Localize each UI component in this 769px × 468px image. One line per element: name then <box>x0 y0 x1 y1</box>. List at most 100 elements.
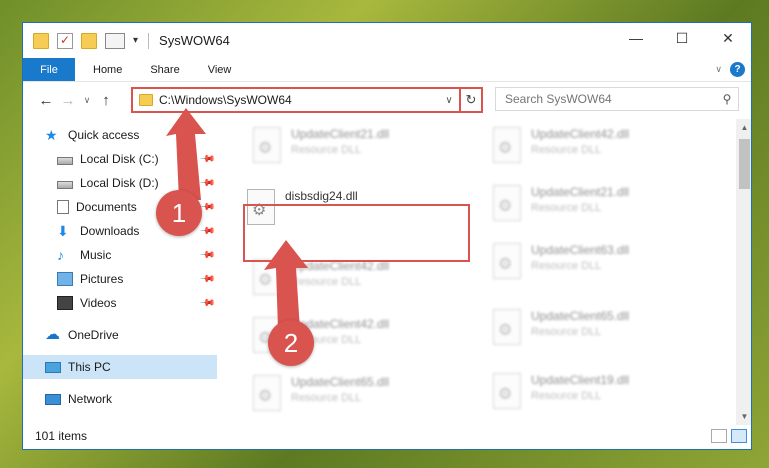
file-type: Resource DLL <box>531 260 602 272</box>
pin-icon: 📌 <box>198 246 216 264</box>
documents-icon <box>57 200 69 214</box>
forward-arrow-icon[interactable]: → <box>57 92 79 109</box>
sidebar-item-label: Downloads <box>80 224 140 238</box>
file-list: UpdateClient21.dll Resource DLL disbsdig… <box>219 119 735 425</box>
search-icon[interactable]: ⚲ <box>716 92 738 106</box>
address-bar[interactable]: C:\Windows\SysWOW64 ∨ ↻ <box>131 87 483 113</box>
drive-icon <box>57 180 73 189</box>
ribbon-right-controls: ∨ ? <box>715 62 745 77</box>
tab-file[interactable]: File <box>23 58 75 81</box>
sidebar-item-quick-access[interactable]: ★ Quick access <box>23 123 217 147</box>
file-name: UpdateClient21.dll <box>291 127 390 141</box>
file-name: UpdateClient63.dll <box>531 243 630 257</box>
onedrive-icon: ☁ <box>45 326 60 343</box>
tab-share[interactable]: Share <box>136 58 193 81</box>
sidebar-item-label: Local Disk (D:) <box>80 176 159 190</box>
ribbon-tabs: File Home Share View ∨ ? <box>23 58 751 82</box>
scroll-thumb[interactable] <box>739 139 750 189</box>
file-item[interactable]: UpdateClient42.dll Resource DLL <box>235 255 473 311</box>
sidebar-item-label: Documents <box>76 200 137 214</box>
file-type: Resource DLL <box>291 392 362 404</box>
details-view-icon[interactable] <box>711 429 727 443</box>
title-separator <box>148 32 150 49</box>
tiles-view-icon[interactable] <box>731 429 747 443</box>
sidebar-item-pictures[interactable]: Pictures 📌 <box>23 267 217 291</box>
search-box[interactable]: ⚲ <box>495 87 739 111</box>
file-name: UpdateClient21.dll <box>531 185 630 199</box>
file-item[interactable]: UpdateClient65.dll Resource DLL <box>475 305 713 361</box>
videos-icon <box>57 296 73 310</box>
file-item[interactable]: UpdateClient42.dll Resource DLL <box>475 123 713 179</box>
pin-icon: 📌 <box>198 222 216 240</box>
status-bar: 101 items <box>23 423 751 449</box>
window-controls: — ☐ ✕ <box>613 23 751 53</box>
sidebar-item-onedrive[interactable]: ☁ OneDrive <box>23 323 217 347</box>
file-type: Resource DLL <box>531 144 602 156</box>
recent-locations-dropdown-icon[interactable]: ∨ <box>79 95 95 106</box>
tab-home[interactable]: Home <box>75 58 136 81</box>
dll-file-icon <box>493 373 521 409</box>
properties-check-icon[interactable] <box>57 32 73 49</box>
address-dropdown-icon[interactable]: ∨ <box>439 95 459 106</box>
sidebar-item-label: This PC <box>68 360 111 374</box>
file-type: Resource DLL <box>291 144 362 156</box>
sidebar-item-music[interactable]: ♪ Music 📌 <box>23 243 217 267</box>
file-item[interactable]: UpdateClient21.dll Resource DLL <box>235 123 473 179</box>
sidebar-item-label: Pictures <box>80 272 124 286</box>
sidebar-item-label: OneDrive <box>68 328 119 342</box>
file-name: UpdateClient65.dll <box>291 375 390 389</box>
sidebar-item-label: Music <box>80 248 112 262</box>
network-icon <box>45 393 61 405</box>
file-item[interactable]: UpdateClient65.dll Resource DLL <box>235 371 473 427</box>
item-count: 101 items <box>35 429 88 443</box>
music-icon: ♪ <box>57 247 64 263</box>
address-folder-icon <box>139 94 153 106</box>
navigation-pane: ★ Quick access Local Disk (C:) 📌 Local D… <box>23 119 219 425</box>
dll-file-icon <box>493 309 521 345</box>
minimize-icon[interactable]: — <box>613 23 659 53</box>
view-toggle <box>711 429 747 443</box>
help-icon[interactable]: ? <box>730 62 745 77</box>
back-arrow-icon[interactable]: ← <box>35 92 57 109</box>
dll-file-icon <box>493 185 521 221</box>
file-item[interactable]: UpdateClient19.dll Resource DLL <box>475 369 713 425</box>
new-folder-icon[interactable] <box>81 32 97 49</box>
sidebar-item-videos[interactable]: Videos 📌 <box>23 291 217 315</box>
sidebar-item-label: Quick access <box>68 128 140 142</box>
pin-icon: 📌 <box>198 150 216 168</box>
tab-view[interactable]: View <box>194 58 246 81</box>
sidebar-item-local-disk-c[interactable]: Local Disk (C:) 📌 <box>23 147 217 171</box>
vertical-scrollbar[interactable]: ▲ ▼ <box>736 119 751 425</box>
title-bar: ▾ SysWOW64 — ☐ ✕ <box>23 23 751 58</box>
expand-ribbon-icon[interactable]: ∨ <box>715 64 722 75</box>
refresh-icon[interactable]: ↻ <box>459 89 481 111</box>
sidebar-item-this-pc[interactable]: This PC <box>23 355 217 379</box>
downloads-icon: ⬇ <box>57 223 69 239</box>
dll-file-icon <box>493 243 521 279</box>
customize-toolbar-icon[interactable] <box>105 32 125 49</box>
sidebar-item-label: Videos <box>80 296 117 310</box>
scroll-up-icon[interactable]: ▲ <box>736 119 751 136</box>
dll-file-icon <box>253 375 281 411</box>
maximize-icon[interactable]: ☐ <box>659 23 705 53</box>
search-input[interactable] <box>505 92 716 106</box>
file-item[interactable]: UpdateClient21.dll Resource DLL <box>475 181 713 237</box>
file-name: disbsdig24.dll <box>285 189 358 203</box>
quick-access-dropdown-icon[interactable]: ▾ <box>133 35 138 46</box>
file-type: Resource DLL <box>291 276 362 288</box>
file-explorer-window: ▾ SysWOW64 — ☐ ✕ File Home Share View ∨ … <box>22 22 752 450</box>
dll-file-icon <box>493 127 521 163</box>
step-2-badge: 2 <box>268 320 314 366</box>
content-area: ★ Quick access Local Disk (C:) 📌 Local D… <box>23 119 751 425</box>
sidebar-item-network[interactable]: Network <box>23 387 217 411</box>
file-item[interactable]: UpdateClient63.dll Resource DLL <box>475 239 713 295</box>
sidebar-item-label: Local Disk (C:) <box>80 152 159 166</box>
file-type: Resource DLL <box>531 390 602 402</box>
highlight-box <box>243 204 470 262</box>
close-icon[interactable]: ✕ <box>705 23 751 53</box>
file-type: Resource DLL <box>531 326 602 338</box>
up-arrow-icon[interactable]: ↑ <box>95 92 117 109</box>
window-title: SysWOW64 <box>159 33 230 48</box>
file-name: UpdateClient42.dll <box>531 127 630 141</box>
address-path[interactable]: C:\Windows\SysWOW64 <box>159 93 439 107</box>
